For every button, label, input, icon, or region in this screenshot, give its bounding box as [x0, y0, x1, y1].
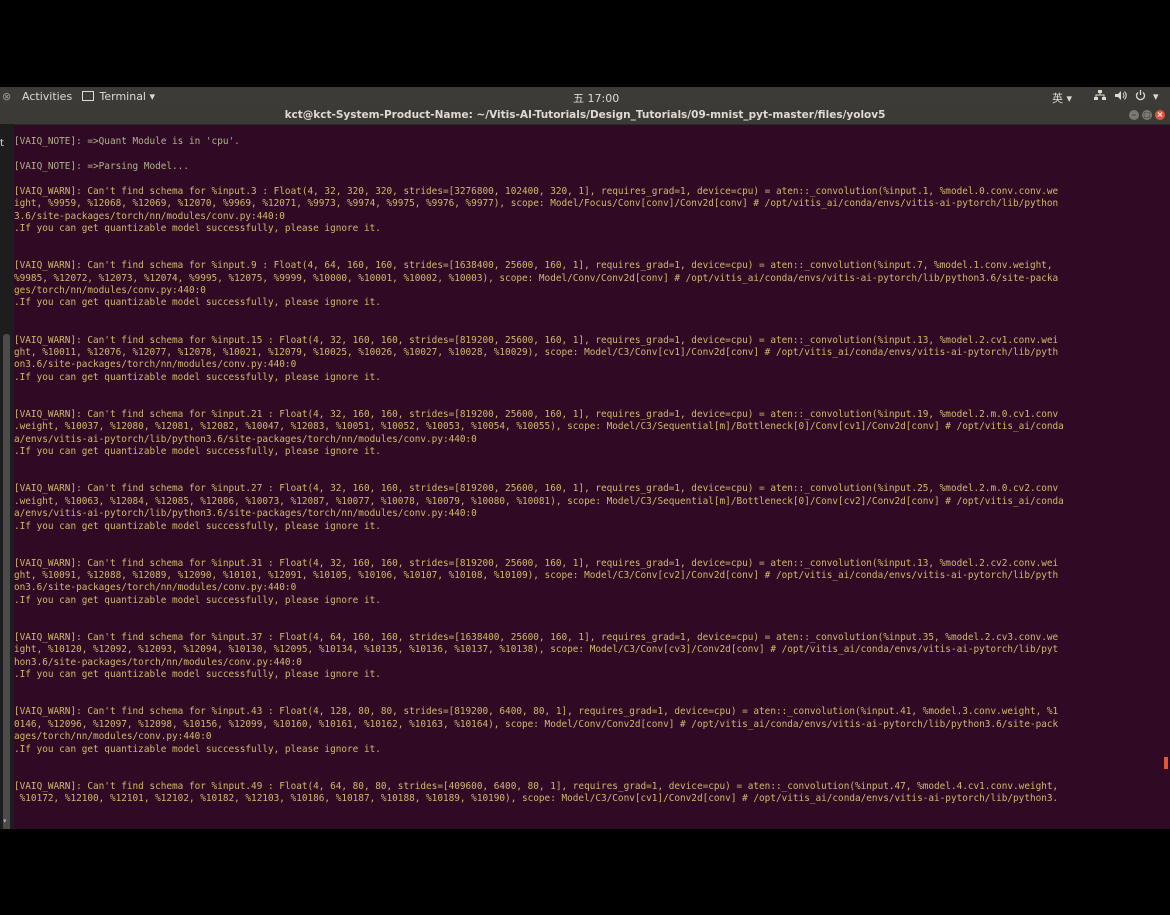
terminal-line: a/envs/vitis-ai-pytorch/lib/python3.6/si… — [14, 508, 477, 520]
terminal-line: 0146, %12096, %12097, %12098, %10156, %1… — [14, 718, 1059, 730]
terminal-line: [VAIQ_WARN]: Can't find schema for %inpu… — [14, 632, 1059, 644]
terminal-line: [VAIQ_WARN]: Can't find schema for %inpu… — [14, 185, 1059, 197]
terminal-line: a/envs/vitis-ai-pytorch/lib/python3.6/si… — [14, 433, 477, 445]
terminal-line: .If you can get quantizable model succes… — [14, 446, 381, 458]
launcher-scrollbar[interactable] — [3, 334, 10, 829]
terminal-line: ges/torch/nn/modules/conv.py:440:0 — [14, 285, 206, 297]
terminal-line: [VAIQ_WARN]: Can't find schema for %inpu… — [14, 260, 1053, 272]
volume-icon[interactable] — [1115, 90, 1127, 104]
terminal-line: .weight, %10063, %12084, %12085, %12086,… — [14, 495, 1064, 507]
terminal-line: ight, %9959, %12068, %12069, %12070, %99… — [14, 198, 1059, 210]
terminal-line: .weight, %10037, %12080, %12081, %12082,… — [14, 421, 1064, 433]
terminal-line: on3.6/site-packages/torch/nn/modules/con… — [14, 359, 297, 371]
terminal-line: on3.6/site-packages/torch/nn/modules/con… — [14, 582, 297, 594]
terminal-line: .If you can get quantizable model succes… — [14, 669, 381, 681]
terminal-line: [VAIQ_WARN]: Can't find schema for %inpu… — [14, 557, 1059, 569]
power-icon[interactable] — [1135, 90, 1146, 104]
terminal-line: hon3.6/site-packages/torch/nn/modules/co… — [14, 656, 302, 668]
app-menu[interactable]: Terminal ▾ — [82, 90, 155, 103]
terminal-output[interactable]: [VAIQ_NOTE]: =>Quant Module is in 'cpu'.… — [14, 124, 1164, 829]
minimize-icon: – — [1132, 110, 1136, 119]
gnome-top-bar: ⊗ Activities Terminal ▾ 五 17:00 英 ▾ ▾ — [0, 87, 1170, 106]
side-launcher: t ▾ — [0, 124, 14, 829]
window-titlebar[interactable]: kct@kct-System-Product-Name: ~/Vitis-AI-… — [0, 106, 1170, 125]
terminal-line: %9985, %12072, %12073, %12074, %9995, %1… — [14, 272, 1059, 284]
maximize-icon: □ — [1143, 110, 1151, 119]
terminal-line: [VAIQ_WARN]: Can't find schema for %inpu… — [14, 706, 1059, 718]
close-button[interactable]: × — [1155, 110, 1165, 120]
terminal-line: .If you can get quantizable model succes… — [14, 223, 381, 235]
chevron-down-icon[interactable]: ▾ — [1153, 90, 1159, 103]
terminal-line: .If you can get quantizable model succes… — [14, 743, 381, 755]
window-title: kct@kct-System-Product-Name: ~/Vitis-AI-… — [284, 109, 886, 121]
clock[interactable]: 五 17:00 — [573, 90, 619, 106]
chevron-down-icon[interactable]: ▾ — [3, 817, 7, 825]
terminal-line: [VAIQ_NOTE]: =>Quant Module is in 'cpu'. — [14, 136, 240, 148]
terminal-line: [VAIQ_WARN]: Can't find schema for %inpu… — [14, 780, 1059, 792]
close-icon[interactable]: ⊗ — [2, 90, 11, 103]
terminal-line: %10172, %12100, %12101, %12102, %10182, … — [14, 793, 1059, 805]
terminal-line: ght, %10011, %12076, %12077, %12078, %10… — [14, 347, 1059, 359]
terminal-line: .If you can get quantizable model succes… — [14, 520, 381, 532]
terminal-line: [VAIQ_NOTE]: =>Parsing Model... — [14, 161, 189, 173]
terminal-line: ight, %10120, %12092, %12093, %12094, %1… — [14, 644, 1059, 656]
terminal-line: [VAIQ_WARN]: Can't find schema for %inpu… — [14, 483, 1059, 495]
activities-button[interactable]: Activities — [22, 90, 72, 103]
terminal-line: 3.6/site-packages/torch/nn/modules/conv.… — [14, 210, 285, 222]
terminal-icon — [82, 91, 94, 101]
launcher-partial-label: t — [0, 138, 4, 149]
desktop-screen: ⊗ Activities Terminal ▾ 五 17:00 英 ▾ ▾ kc… — [0, 87, 1170, 829]
terminal-line: .If you can get quantizable model succes… — [14, 297, 381, 309]
terminal-scrollbar-thumb[interactable] — [1164, 757, 1168, 769]
terminal-line: .If you can get quantizable model succes… — [14, 594, 381, 606]
minimize-button[interactable]: – — [1129, 110, 1139, 120]
terminal-line: ght, %10091, %12088, %12089, %12090, %10… — [14, 570, 1059, 582]
app-menu-label: Terminal ▾ — [99, 90, 156, 103]
input-method-indicator[interactable]: 英 ▾ — [1052, 90, 1072, 106]
terminal-line: .If you can get quantizable model succes… — [14, 371, 381, 383]
terminal-line: [VAIQ_WARN]: Can't find schema for %inpu… — [14, 408, 1059, 420]
network-icon[interactable] — [1094, 90, 1106, 104]
terminal-line: [VAIQ_WARN]: Can't find schema for %inpu… — [14, 334, 1059, 346]
close-icon: × — [1156, 110, 1164, 119]
terminal-line: ages/torch/nn/modules/conv.py:440:0 — [14, 731, 212, 743]
maximize-button[interactable]: □ — [1142, 110, 1152, 120]
